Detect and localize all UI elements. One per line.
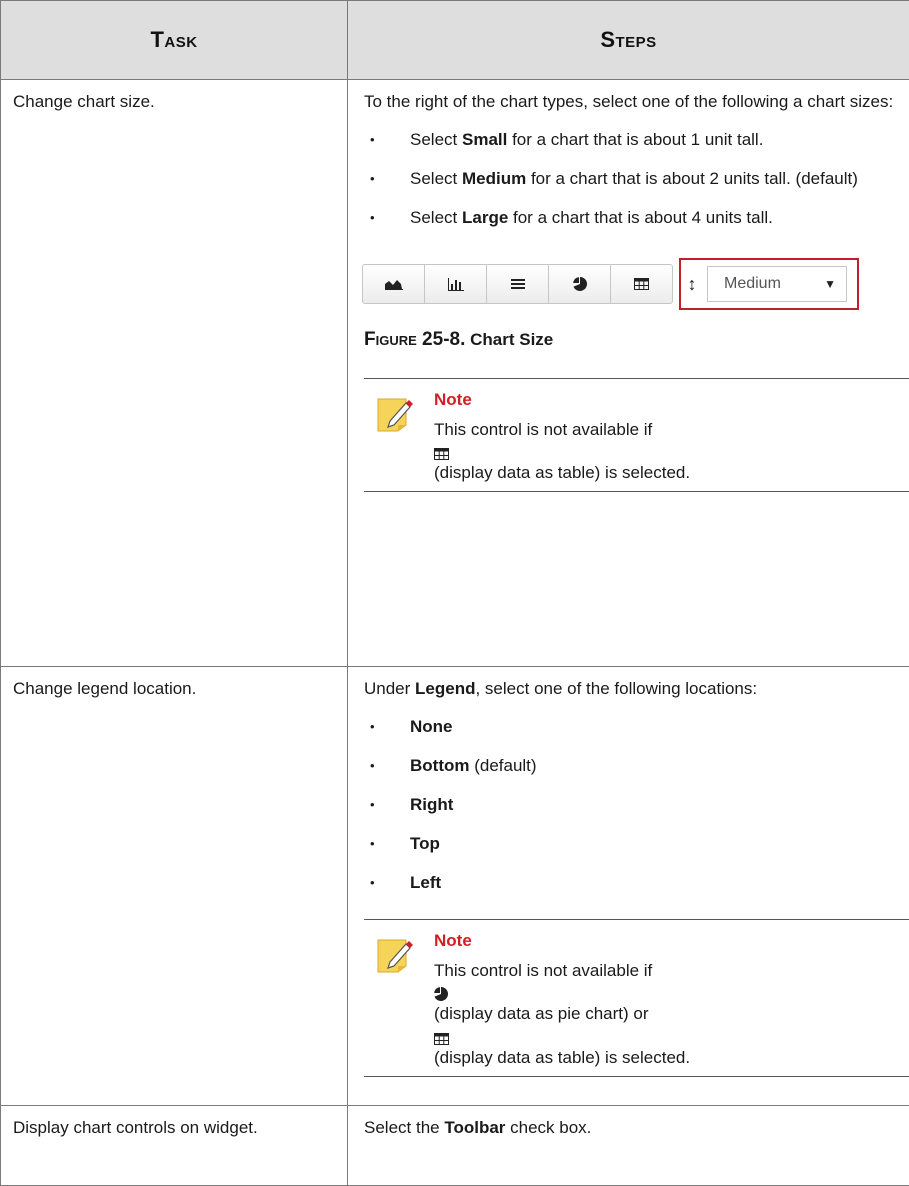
table-row: Display chart controls on widget. Select…	[1, 1106, 909, 1186]
table-icon	[434, 443, 909, 461]
bullet-text: for a chart that is about 4 units tall.	[508, 208, 773, 227]
list-item: Top	[364, 832, 897, 856]
list-item: None	[364, 715, 897, 739]
chart-size-select[interactable]: Medium ▼	[707, 266, 847, 302]
steps-text: check box.	[505, 1118, 591, 1137]
header-task: Task	[1, 1, 348, 80]
note-title: Note	[434, 930, 909, 952]
option-bold: Left	[410, 873, 441, 892]
bullet-text: Select	[410, 130, 462, 149]
note-box: Note This control is not available if (d…	[364, 378, 909, 492]
table-row: Change chart size. To the right of the c…	[1, 80, 909, 667]
task-cell: Display chart controls on widget.	[1, 1106, 348, 1186]
table-icon	[434, 1028, 909, 1046]
figure-title: Chart Size	[470, 330, 553, 349]
option-bold: Bottom	[410, 756, 469, 775]
bar-chart-icon	[448, 278, 464, 291]
note-text: This control is not available if	[434, 960, 909, 982]
size-options-list: Select Small for a chart that is about 1…	[364, 128, 897, 230]
list-item: Select Small for a chart that is about 1…	[364, 128, 897, 152]
document-page: Task Steps Change chart size. To the rig…	[0, 0, 909, 1182]
bullet-text: Select	[410, 169, 462, 188]
steps-bold: Toolbar	[444, 1118, 505, 1137]
bullet-text: for a chart that is about 1 unit tall.	[507, 130, 763, 149]
list-item: Left	[364, 871, 897, 895]
steps-cell: Select the Toolbar check box.	[348, 1106, 909, 1186]
task-steps-table: Task Steps Change chart size. To the rig…	[0, 0, 909, 1186]
chart-toolbar-figure: ↕ Medium ▼	[362, 258, 897, 310]
list-item: Select Medium for a chart that is about …	[364, 167, 897, 191]
figure-caption: Figure 25-8. Chart Size	[364, 328, 897, 352]
option-bold: Top	[410, 834, 440, 853]
list-item: Select Large for a chart that is about 4…	[364, 206, 897, 230]
list-button[interactable]	[487, 265, 549, 303]
steps-text: Select the	[364, 1118, 444, 1137]
intro-bold: Legend	[415, 679, 475, 698]
note-title: Note	[434, 389, 909, 411]
bullet-bold: Medium	[462, 169, 526, 188]
pie-chart-icon	[434, 984, 909, 1002]
table-header-row: Task Steps	[1, 1, 909, 80]
note-pencil-icon	[376, 938, 416, 974]
table-icon	[634, 278, 649, 290]
area-chart-button[interactable]	[363, 265, 425, 303]
intro-text: Under	[364, 679, 415, 698]
note-text: (display data as table) is selected.	[434, 1046, 909, 1070]
header-steps: Steps	[348, 1, 909, 80]
area-chart-icon	[385, 278, 403, 290]
list-icon	[511, 278, 525, 290]
steps-intro: Under Legend, select one of the followin…	[364, 677, 897, 701]
note-text: (display data as pie chart) or	[434, 1002, 909, 1026]
dropdown-caret-icon: ▼	[824, 272, 836, 296]
steps-intro: To the right of the chart types, select …	[364, 90, 897, 114]
task-cell: Change chart size.	[1, 80, 348, 667]
intro-text: , select one of the following locations:	[475, 679, 757, 698]
table-row: Change legend location. Under Legend, se…	[1, 667, 909, 1106]
list-item: Bottom (default)	[364, 754, 897, 778]
note-pencil-icon	[376, 397, 416, 433]
bullet-bold: Large	[462, 208, 508, 227]
pie-chart-button[interactable]	[549, 265, 611, 303]
figure-label: Figure 25-8.	[364, 329, 465, 350]
note-text: (display data as table) is selected.	[434, 461, 909, 485]
bar-chart-button[interactable]	[425, 265, 487, 303]
bullet-bold: Small	[462, 130, 507, 149]
steps-cell: Under Legend, select one of the followin…	[348, 667, 909, 1106]
option-text: (default)	[469, 756, 536, 775]
steps-cell: To the right of the chart types, select …	[348, 80, 909, 667]
chart-type-buttons	[362, 264, 673, 304]
resize-vertical-icon: ↕	[681, 272, 703, 296]
task-cell: Change legend location.	[1, 667, 348, 1106]
option-bold: None	[410, 717, 453, 736]
note-text: This control is not available if	[434, 419, 909, 441]
chart-size-value: Medium	[724, 272, 781, 296]
note-box: Note This control is not available if (d…	[364, 919, 909, 1077]
bullet-text: Select	[410, 208, 462, 227]
chart-size-highlight: ↕ Medium ▼	[679, 258, 859, 310]
pie-chart-icon	[573, 277, 587, 291]
legend-options-list: None Bottom (default) Right Top Left	[364, 715, 897, 895]
bullet-text: for a chart that is about 2 units tall. …	[526, 169, 858, 188]
list-item: Right	[364, 793, 897, 817]
table-button[interactable]	[611, 265, 672, 303]
option-bold: Right	[410, 795, 453, 814]
